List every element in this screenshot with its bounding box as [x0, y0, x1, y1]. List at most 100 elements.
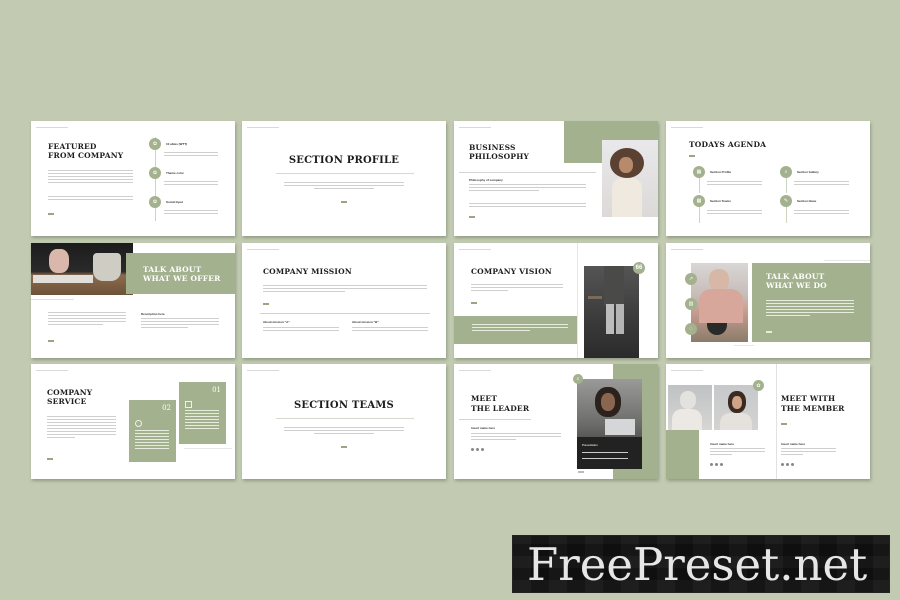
service-card-02[interactable]: 02	[129, 400, 176, 462]
slide-number-tag	[48, 340, 54, 342]
slide-number-tag	[263, 303, 269, 305]
social-icon[interactable]	[481, 448, 484, 451]
search-icon: ⌕	[573, 374, 583, 384]
slide-talk-about-what-we-offer[interactable]: TALK ABOUT WHAT WE OFFER Description her…	[31, 243, 235, 358]
slide-header-line	[671, 370, 703, 371]
subheading: Philosophy of company	[469, 178, 503, 182]
photo-desk-writing	[31, 243, 133, 295]
social-icon[interactable]	[710, 463, 713, 466]
photo-woman-phone	[602, 140, 658, 217]
item-label: Theme color	[166, 171, 184, 175]
chart-icon: ↗	[685, 273, 697, 285]
title-line-2: FROM COMPANY	[48, 151, 124, 160]
slide-meet-the-leader[interactable]: MEET THE LEADER Insert name here Present…	[454, 364, 658, 479]
member-a-name: Insert name here	[710, 442, 735, 446]
building-icon: ▥	[685, 298, 697, 310]
slide-header-line	[459, 249, 491, 250]
card-text	[135, 430, 169, 451]
slide-header-line	[247, 127, 279, 128]
slide-header-line	[247, 249, 279, 250]
slide-header-line	[459, 370, 491, 371]
slide-title: TALK ABOUT WHAT WE OFFER	[143, 265, 221, 283]
item-text	[164, 210, 218, 216]
title-line-1: MEET	[471, 394, 498, 403]
leaf-icon: ✿	[149, 167, 161, 179]
photo-member-a	[668, 385, 712, 430]
card-number: 01	[212, 386, 221, 394]
body-text	[469, 184, 586, 193]
social-icon[interactable]	[715, 463, 718, 466]
slide-company-service[interactable]: COMPANY SERVICE 02 01	[31, 364, 235, 479]
agenda-item-text	[794, 181, 849, 187]
title-line-1: MEET WITH	[781, 394, 836, 403]
social-icon[interactable]	[791, 463, 794, 466]
title-line-2: PHILOSOPHY	[469, 152, 530, 161]
slide-title: COMPANY MISSION	[263, 267, 352, 276]
card-icon	[185, 401, 192, 408]
team-icon: ✿	[753, 380, 764, 391]
card-icon	[135, 420, 142, 427]
card-text	[185, 410, 219, 431]
slide-header-line	[671, 127, 703, 128]
slide-title: MEET WITH THE MEMBER	[781, 394, 845, 414]
column-a-heading: About mission "A"	[263, 320, 290, 324]
accent-block	[666, 430, 699, 479]
body-text	[469, 203, 586, 209]
slide-company-vision[interactable]: COMPANY VISION 66	[454, 243, 658, 358]
title-line-1: TALK ABOUT	[143, 265, 202, 274]
social-icon[interactable]	[471, 448, 474, 451]
title-line-1: BUSINESS	[469, 143, 516, 152]
slide-number-tag	[689, 155, 695, 157]
slide-featured-from-company[interactable]: FEATURED FROM COMPANY ✿ 10 ables (WTT) ✿…	[31, 121, 235, 236]
divider	[459, 172, 596, 173]
body-text	[471, 284, 563, 293]
item-text	[164, 181, 218, 187]
agenda-item-label: Section Ideas	[797, 199, 817, 203]
divider	[734, 345, 754, 346]
social-icon[interactable]	[476, 448, 479, 451]
skill-panel-label: Presentation	[582, 444, 598, 447]
slide-title: TALK ABOUT WHAT WE DO	[766, 272, 827, 290]
member-b-name: Insert name here	[781, 442, 806, 446]
column-a-text	[263, 327, 339, 333]
slide-title: BUSINESS PHILOSOPHY	[469, 143, 529, 161]
divider-vertical	[577, 243, 578, 358]
title-line-1: FEATURED	[48, 142, 97, 151]
divider	[276, 418, 414, 419]
slide-company-mission[interactable]: COMPANY MISSION About mission "A" About …	[242, 243, 446, 358]
item-label: Social Input	[166, 200, 184, 204]
body-text	[47, 416, 116, 440]
social-icon[interactable]	[781, 463, 784, 466]
title-line-2: WHAT WE OFFER	[143, 274, 221, 283]
slide-title: COMPANY SERVICE	[47, 388, 92, 406]
chat-icon: ◌	[685, 323, 697, 335]
slide-title: FEATURED FROM COMPANY	[48, 142, 123, 160]
divider	[260, 313, 430, 314]
slide-number-tag	[578, 471, 584, 473]
slide-title: MEET THE LEADER	[471, 394, 529, 414]
slide-title: SECTION PROFILE	[288, 155, 400, 166]
agenda-item-text	[707, 210, 762, 216]
slide-talk-about-what-we-do[interactable]: ↗ ▥ ◌ TALK ABOUT WHAT WE DO	[666, 243, 870, 358]
slide-title: COMPANY VISION	[471, 267, 552, 276]
slide-business-philosophy[interactable]: BUSINESS PHILOSOPHY Philosophy of compan…	[454, 121, 658, 236]
divider	[31, 299, 74, 300]
social-icon[interactable]	[786, 463, 789, 466]
body-text	[284, 427, 404, 436]
divider-vertical	[776, 364, 777, 479]
slide-number-tag	[766, 331, 772, 333]
slide-meet-with-the-member[interactable]: ✿ MEET WITH THE MEMBER Insert name here …	[666, 364, 870, 479]
card-number: 02	[162, 404, 171, 412]
agenda-item-text	[707, 181, 762, 187]
service-card-01[interactable]: 01	[179, 382, 226, 444]
slide-todays-agenda[interactable]: TODAYS AGENDA ▦ Section Profile ⌕ Sectio…	[666, 121, 870, 236]
skill-bar	[582, 458, 628, 459]
slide-section-profile[interactable]: SECTION PROFILE	[242, 121, 446, 236]
slide-section-teams[interactable]: SECTION TEAMS	[242, 364, 446, 479]
social-icon[interactable]	[720, 463, 723, 466]
photo-leader	[577, 379, 642, 469]
body-text	[48, 170, 133, 185]
slide-number-tag	[48, 213, 54, 215]
item-text	[164, 152, 218, 158]
divider	[184, 448, 232, 449]
